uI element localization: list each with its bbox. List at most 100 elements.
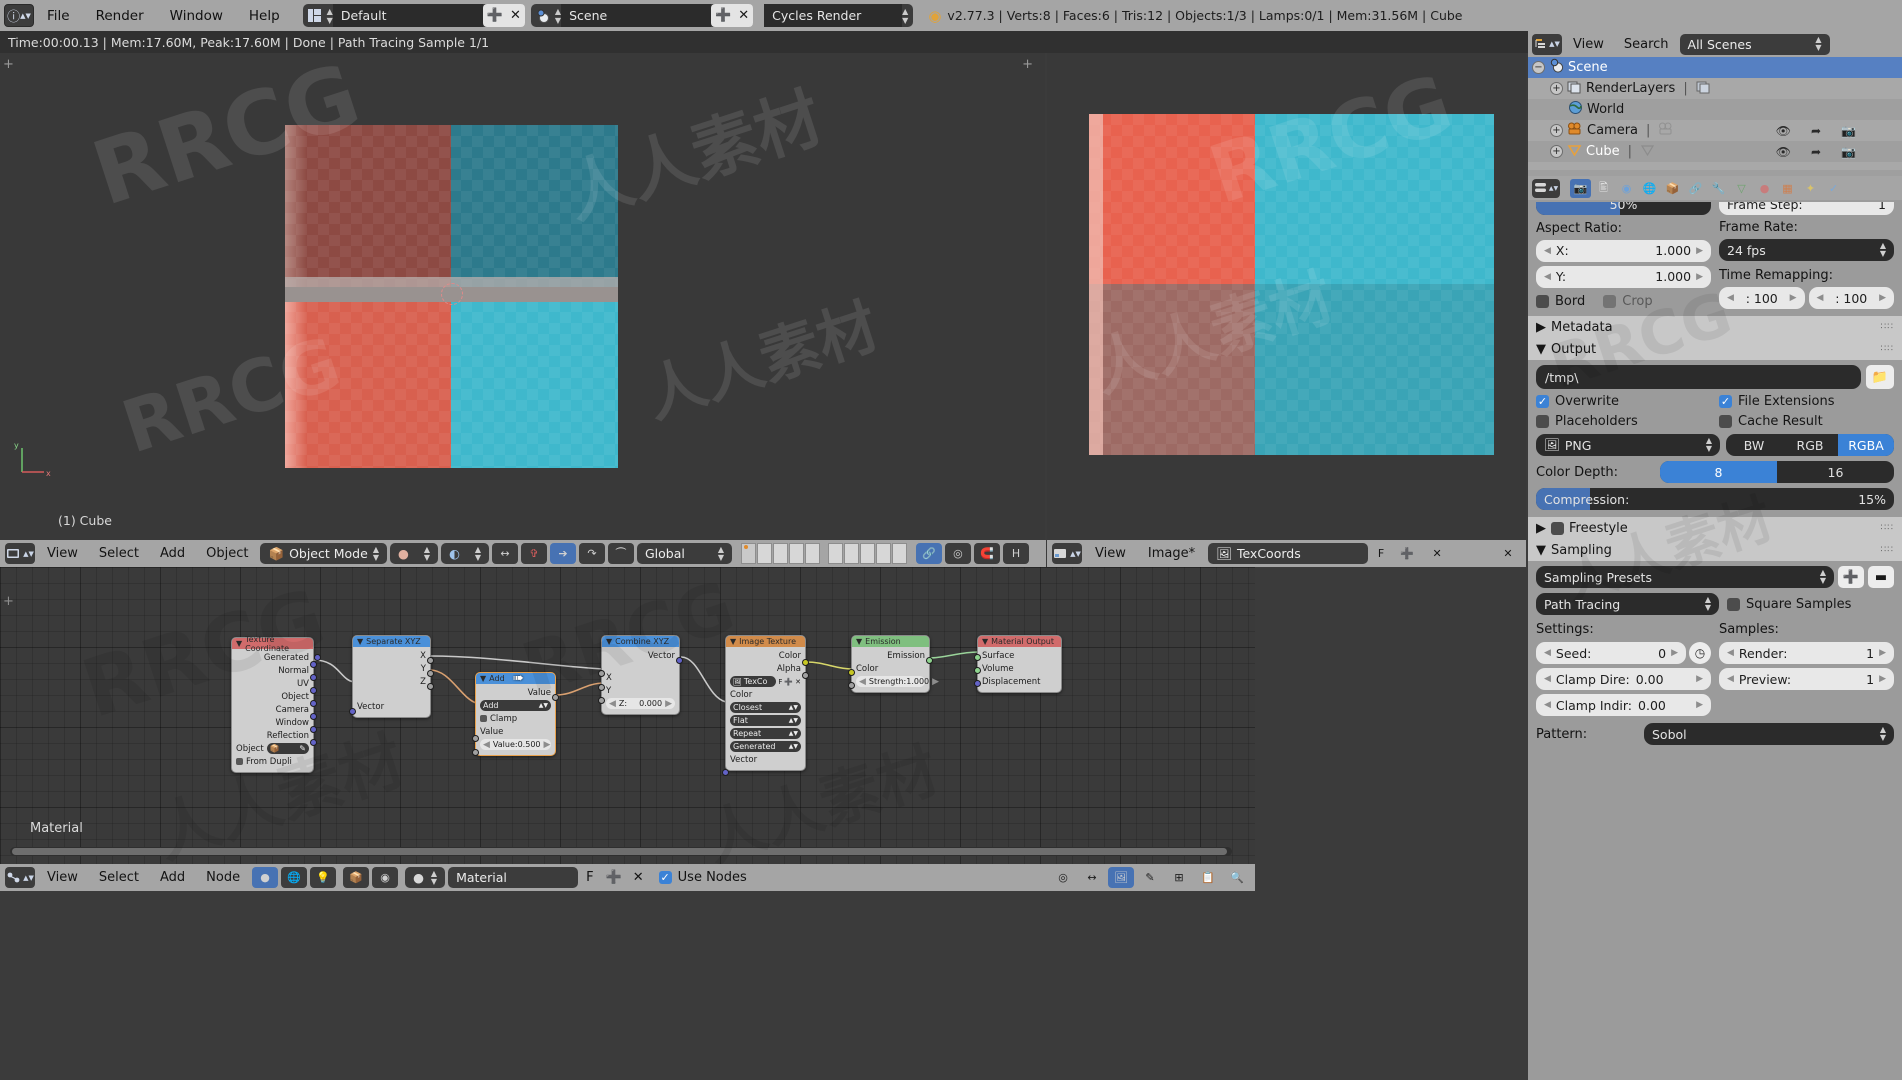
outliner-row-lamp-partial[interactable] <box>1528 162 1902 170</box>
outliner-row-camera[interactable]: + Camera | 👁 ➦ 📷 <box>1528 120 1902 141</box>
outliner-row-cube[interactable]: + Cube | 👁 ➦ 📷 <box>1528 141 1902 162</box>
image-datablock-field[interactable]: 🖼 TexCo <box>730 676 777 687</box>
resolution-percent-slider[interactable]: 50% <box>1536 202 1711 215</box>
manipulator-rotate-icon[interactable]: ↷ <box>578 543 605 564</box>
layer-4[interactable] <box>788 543 804 564</box>
frame-rate-spin[interactable]: ▲ ▼ <box>1880 242 1886 258</box>
viewport-menu-object[interactable]: Object <box>197 546 257 561</box>
time-remap-old-field[interactable]: ◀ : 100 ▶ <box>1719 287 1805 309</box>
properties-tab-scene[interactable]: ◉ <box>1616 179 1637 198</box>
expand-plus-icon[interactable]: + <box>1550 82 1563 95</box>
image-unlink-icon[interactable]: ✕ <box>795 678 801 686</box>
layer-3[interactable] <box>772 543 788 564</box>
shading-spin-icon[interactable]: ▲ ▼ <box>424 545 430 562</box>
extension-select[interactable]: Repeat ▲▼ <box>730 728 801 739</box>
section-sampling[interactable]: ▼ Sampling ∷∷ <box>1528 539 1902 561</box>
file-format-select[interactable]: 🖼 PNG ▲ ▼ <box>1536 434 1720 456</box>
node-menu-node[interactable]: Node <box>197 870 249 885</box>
layer-6[interactable] <box>827 543 843 564</box>
frame-rate-select[interactable]: 24 fps ▲ ▼ <box>1719 239 1894 261</box>
node-output-row[interactable]: Z <box>357 676 426 687</box>
node-projection-row[interactable]: Flat ▲▼ <box>730 715 801 726</box>
layer-1[interactable] <box>740 543 756 564</box>
freestyle-checkbox[interactable] <box>1551 521 1564 535</box>
properties-tab-world[interactable]: 🌐 <box>1639 179 1660 198</box>
strength-field[interactable]: ◀ Strength: 1.000 ▶ <box>856 676 939 687</box>
node-color-row[interactable]: Color <box>730 689 801 700</box>
output-path-field[interactable]: /tmp\ <box>1536 365 1861 389</box>
file-extensions-toggle[interactable]: File Extensions <box>1719 394 1894 409</box>
from-dupli-checkbox[interactable] <box>236 758 243 765</box>
sampling-presets-select[interactable]: Sampling Presets ▲ ▼ <box>1536 566 1834 588</box>
node-input-row[interactable]: Volume <box>982 663 1057 674</box>
layer-2[interactable] <box>756 543 772 564</box>
expand-plus-icon[interactable]: + <box>1550 145 1563 158</box>
screen-layout-select[interactable]: Default <box>332 4 483 27</box>
cache-result-checkbox[interactable] <box>1719 415 1732 428</box>
pattern-spin[interactable]: ▲ ▼ <box>1880 726 1886 742</box>
expand-minus-icon[interactable]: − <box>1532 61 1545 74</box>
node-output-row[interactable]: UV <box>236 678 309 689</box>
mesh-data-icon[interactable] <box>1640 143 1655 161</box>
menu-window[interactable]: Window <box>157 8 236 24</box>
node-value-row[interactable]: ◀ Value: 0.500 ▶ <box>480 739 551 750</box>
camera-data-icon[interactable] <box>1658 122 1674 140</box>
viewport-3d[interactable]: + + y x (1) Cube RRCG RRCG 人人素材 人人素材 <box>0 53 1045 540</box>
outliner[interactable]: ▲▼ View Search All Scenes ▲ ▼ − Scene + R… <box>1528 31 1902 176</box>
node-menu-select[interactable]: Select <box>90 870 148 885</box>
node-output-row[interactable]: Y <box>357 663 426 674</box>
node-output-row[interactable]: Generated <box>236 652 321 663</box>
panel-grip-icon[interactable]: ∷∷ <box>1881 545 1894 555</box>
cursor-arrow-icon[interactable]: ➦ <box>1811 145 1821 159</box>
color-mode-segmented[interactable]: BW RGB RGBA <box>1726 434 1894 456</box>
node-editor-hscrollbar[interactable] <box>10 847 1232 856</box>
outliner-display-mode-select[interactable]: All Scenes ▲ ▼ <box>1679 33 1830 55</box>
editor-type-outliner-icon[interactable]: ▲▼ <box>1532 33 1562 55</box>
node-image-texture[interactable]: ▼ Image Texture Color Alpha 🖼 TexCo F ➕ … <box>722 635 809 776</box>
blender-logo-icon[interactable]: ⓘ ▲▼ <box>4 4 34 27</box>
section-freestyle[interactable]: ▶ Freestyle ∷∷ <box>1528 517 1902 539</box>
node-collapse-icon[interactable]: ▼ <box>856 637 862 646</box>
preview-samples-field[interactable]: ◀ Preview: 1 ▶ <box>1719 668 1894 690</box>
interpolation-select[interactable]: Closest ▲▼ <box>730 702 801 713</box>
pivot-point-select[interactable]: ◐ ▲ ▼ <box>440 543 489 564</box>
image-fake-user[interactable]: F <box>778 678 782 686</box>
time-remap-new-field[interactable]: ◀ : 100 ▶ <box>1808 287 1894 309</box>
node-proportional-icon[interactable]: ↔ <box>1079 867 1105 888</box>
material-browse-select[interactable]: ● ▲ ▼ <box>405 867 446 888</box>
image-editor-menu-image[interactable]: Image* <box>1139 546 1204 561</box>
node-separate-xyz[interactable]: ▼ Separate XYZ X Y Z Vector <box>349 635 434 718</box>
layer-7[interactable] <box>843 543 859 564</box>
node-strength-row[interactable]: ◀ Strength: 1.000 ▶ <box>856 676 939 687</box>
aspect-y-field[interactable]: ◀ Y: 1.000 ▶ <box>1536 265 1711 288</box>
square-samples-checkbox[interactable] <box>1727 597 1740 611</box>
eye-icon[interactable]: 👁 <box>1776 124 1791 138</box>
node-collapse-icon[interactable]: ▼ <box>606 637 612 646</box>
node-menu-add[interactable]: Add <box>151 870 194 885</box>
editor-type-properties-icon[interactable]: ▲▼ <box>1532 178 1560 198</box>
material-browse-spin[interactable]: ▲ ▼ <box>431 869 437 886</box>
scene-select[interactable]: Scene <box>561 4 712 27</box>
frame-step-field[interactable]: Frame Step: 1 <box>1719 202 1894 215</box>
node-collapse-icon[interactable]: ▼ <box>236 639 242 648</box>
object-pin-icon[interactable]: 📦 <box>343 867 370 888</box>
lock-scene-to-object-icon[interactable]: 🔗 <box>915 543 942 564</box>
color-mode-rgba[interactable]: RGBA <box>1838 434 1894 456</box>
node-header[interactable]: ▼ Emission <box>852 636 929 647</box>
node-output-row[interactable]: Camera <box>236 704 309 715</box>
node-backdrop-icon[interactable]: 🖼 <box>1108 867 1134 888</box>
placeholders-toggle[interactable]: Placeholders <box>1536 414 1711 429</box>
node-collapse-icon[interactable]: ▼ <box>730 637 736 646</box>
menu-help[interactable]: Help <box>236 8 293 24</box>
properties-editor[interactable]: ▲▼ 📷 🖺 ◉ 🌐 📦 🔗 🔧 ▽ ● ▦ ✦ ✓ 50% Frame Ste… <box>1528 176 1902 1080</box>
render-opengl-icon[interactable]: H <box>1002 543 1029 564</box>
node-collapse-icon[interactable]: ▼ <box>982 637 988 646</box>
pivot-spin-icon[interactable]: ▲ ▼ <box>475 545 481 562</box>
clamp-checkbox[interactable] <box>480 715 487 722</box>
material-slot-icon[interactable]: ◉ <box>372 867 399 888</box>
square-samples-toggle[interactable]: Square Samples <box>1727 597 1894 612</box>
color-depth-8[interactable]: 8 <box>1660 461 1777 483</box>
properties-tab-texture[interactable]: ▦ <box>1777 179 1798 198</box>
properties-tab-constraints[interactable]: 🔗 <box>1685 179 1706 198</box>
remove-preset-button[interactable]: ▬ <box>1868 566 1894 588</box>
